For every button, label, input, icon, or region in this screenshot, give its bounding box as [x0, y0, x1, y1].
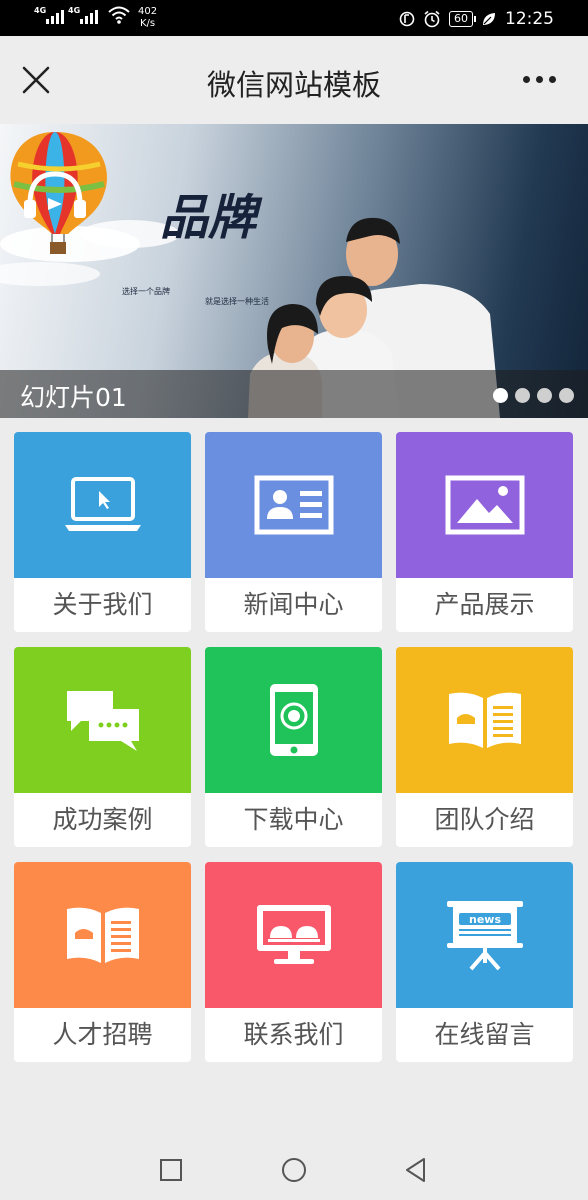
tile-label: 联系我们: [243, 1020, 344, 1049]
laptop-icon: [64, 477, 141, 531]
more-options-icon[interactable]: [523, 76, 556, 83]
leaf-icon: [483, 13, 495, 25]
banner-caption: 幻灯片01: [20, 383, 127, 412]
battery-icon: 60: [449, 11, 476, 27]
signal-1-icon: 4G: [34, 6, 64, 24]
monitor-icon: [256, 905, 331, 964]
tile-icon-area: [205, 432, 382, 578]
tile-icon-area: [205, 647, 382, 793]
title-bar: 微信网站模板: [0, 36, 588, 124]
data-saver-icon: [399, 11, 415, 27]
tile-recruitment[interactable]: 人才招聘: [14, 862, 191, 1062]
svg-text:就是选择一种生活: 就是选择一种生活: [205, 296, 269, 306]
system-nav-bar: [0, 1136, 588, 1200]
tile-about-us[interactable]: 关于我们: [14, 432, 191, 632]
id-card-icon: [254, 475, 333, 535]
svg-text:品牌: 品牌: [160, 190, 263, 246]
clock: 12:25: [505, 9, 554, 29]
tile-label: 团队介绍: [434, 805, 535, 834]
banner-slideshow[interactable]: 品牌 选择一个品牌 就是选择一种生活 幻灯片01: [0, 124, 588, 418]
tile-icon-area: [14, 862, 191, 1008]
tile-label: 人才招聘: [52, 1020, 153, 1049]
svg-text:news: news: [468, 913, 500, 926]
tile-online-message[interactable]: news 在线留言: [396, 862, 573, 1062]
open-book-icon: [66, 907, 139, 963]
signal-2-icon: 4G: [68, 6, 98, 24]
tile-icon-area: news: [396, 862, 573, 1008]
slide-dot[interactable]: [537, 388, 552, 403]
tile-icon-area: [14, 432, 191, 578]
chat-bubbles-icon: [66, 691, 139, 751]
tile-contact-us[interactable]: 联系我们: [205, 862, 382, 1062]
tile-news-center[interactable]: 新闻中心: [205, 432, 382, 632]
tile-label: 关于我们: [52, 590, 153, 619]
slide-indicator[interactable]: [493, 388, 574, 403]
open-book-icon: [448, 692, 521, 748]
tile-download-center[interactable]: 下载中心: [205, 647, 382, 847]
status-bar: 4G 4G 402 K/s 60 12:25: [0, 0, 588, 36]
menu-grid: 关于我们 新闻中心 产品展示 成功案例 下载中心 团队介绍 人才招聘 联系我们 …: [14, 432, 574, 1062]
page-title: 微信网站模板: [206, 68, 381, 102]
slide-dot[interactable]: [493, 388, 508, 403]
tile-label: 产品展示: [434, 590, 535, 619]
slide-dot[interactable]: [559, 388, 574, 403]
tile-icon-area: [14, 647, 191, 793]
brand-calligraphy: 品牌 选择一个品牌 就是选择一种生活: [122, 190, 269, 306]
slide-dot[interactable]: [515, 388, 530, 403]
tile-icon-area: [396, 432, 573, 578]
svg-text:选择一个品牌: 选择一个品牌: [122, 286, 170, 296]
alarm-icon: [424, 10, 440, 28]
banner-caption-bar: 幻灯片01: [0, 370, 588, 418]
tile-product-showcase[interactable]: 产品展示: [396, 432, 573, 632]
tile-success-cases[interactable]: 成功案例: [14, 647, 191, 847]
image-icon: [445, 475, 524, 535]
tile-icon-area: [396, 647, 573, 793]
tile-label: 在线留言: [434, 1020, 535, 1049]
recent-apps-icon[interactable]: [159, 1158, 183, 1182]
news-board-icon: news: [446, 901, 523, 971]
tile-label: 成功案例: [52, 805, 153, 834]
back-icon[interactable]: [404, 1157, 428, 1183]
wifi-icon: [108, 6, 130, 24]
tile-team-intro[interactable]: 团队介绍: [396, 647, 573, 847]
phone-icon: [269, 684, 318, 756]
net-speed: 402 K/s: [138, 6, 158, 29]
tile-label: 新闻中心: [243, 590, 344, 619]
tile-icon-area: [205, 862, 382, 1008]
home-icon[interactable]: [281, 1157, 307, 1183]
tile-label: 下载中心: [243, 805, 344, 834]
